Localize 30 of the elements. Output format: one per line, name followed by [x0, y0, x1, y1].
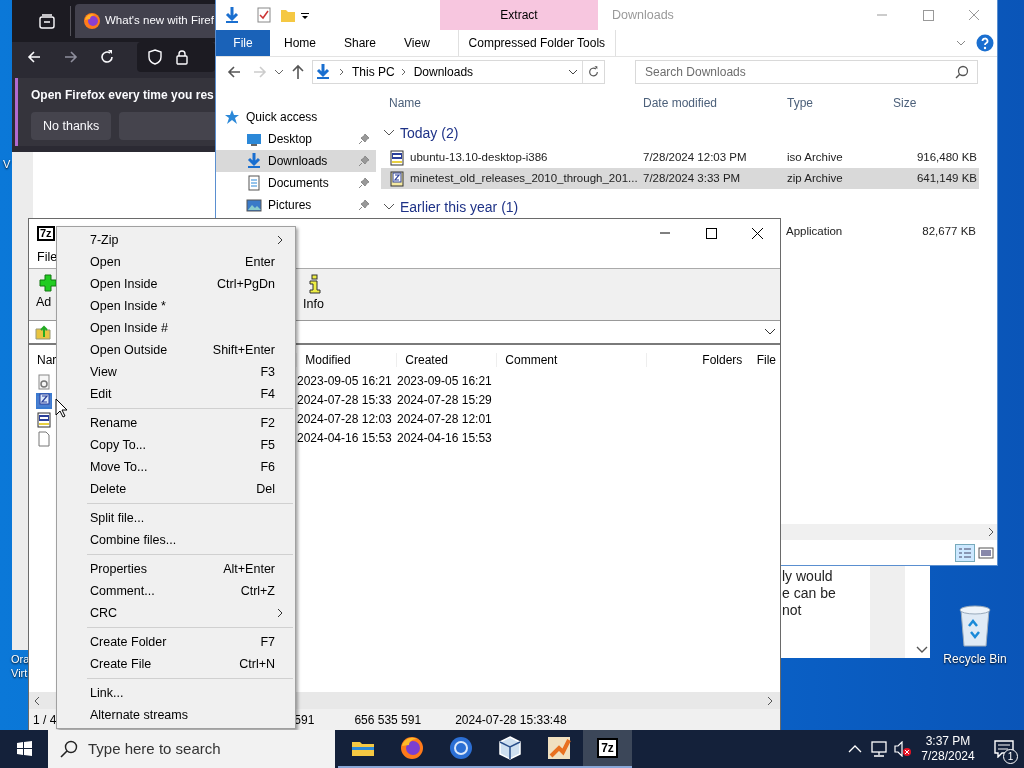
- table-cell: 2024-07-28 15:29: [397, 393, 492, 408]
- table-cell: 641,149 KB: [916, 171, 977, 184]
- table-cell-text: 2024-04-16 15:53: [297, 431, 393, 446]
- table-cell: 2024-07-28 12:01: [397, 412, 492, 427]
- table-cell: 916,480 KB: [916, 150, 977, 163]
- table-cell: 2023-09-05 16:21: [397, 374, 492, 389]
- status-text: 1 / 4: [33, 712, 57, 728]
- desktop-icon-label: Ora: [11, 653, 30, 667]
- table-cell: 7/28/2024 3:33 PM: [643, 171, 741, 184]
- table-cell-text: 2024-07-28 12:03: [297, 412, 393, 427]
- table-cell-text: 2024-07-28 15:33: [297, 393, 393, 408]
- file-name: minetest_old_releases_2010_through_201...: [410, 171, 638, 186]
- status-text: 2024-07-28 15:33:48: [455, 712, 567, 728]
- notification-message: Open Firefox every time you res: [31, 88, 214, 103]
- table-cell: 2024-04-16 15:53: [397, 431, 492, 446]
- table-cell-text: 2023-09-05 16:21: [297, 374, 393, 389]
- status-text: 656 535 591: [354, 712, 422, 728]
- desktop-icon-label: Virt: [11, 667, 28, 681]
- window-title: Downloads: [612, 7, 674, 23]
- table-cell: iso Archive: [787, 150, 843, 163]
- table-cell: Application: [786, 224, 843, 237]
- contextual-tab-header: Extract: [440, 0, 598, 30]
- table-cell: 7/28/2024 12:03 PM: [643, 150, 747, 163]
- file-name: ubuntu-13.10-desktop-i386: [410, 150, 548, 165]
- page-text: ly would e can be not: [782, 568, 836, 619]
- table-cell: 82,677 KB: [922, 224, 976, 237]
- desktop-icon-label: V: [3, 158, 11, 172]
- app-logo: 7z: [37, 225, 55, 241]
- table-cell: zip Archive: [787, 171, 843, 184]
- notification-count: 1: [1003, 749, 1018, 764]
